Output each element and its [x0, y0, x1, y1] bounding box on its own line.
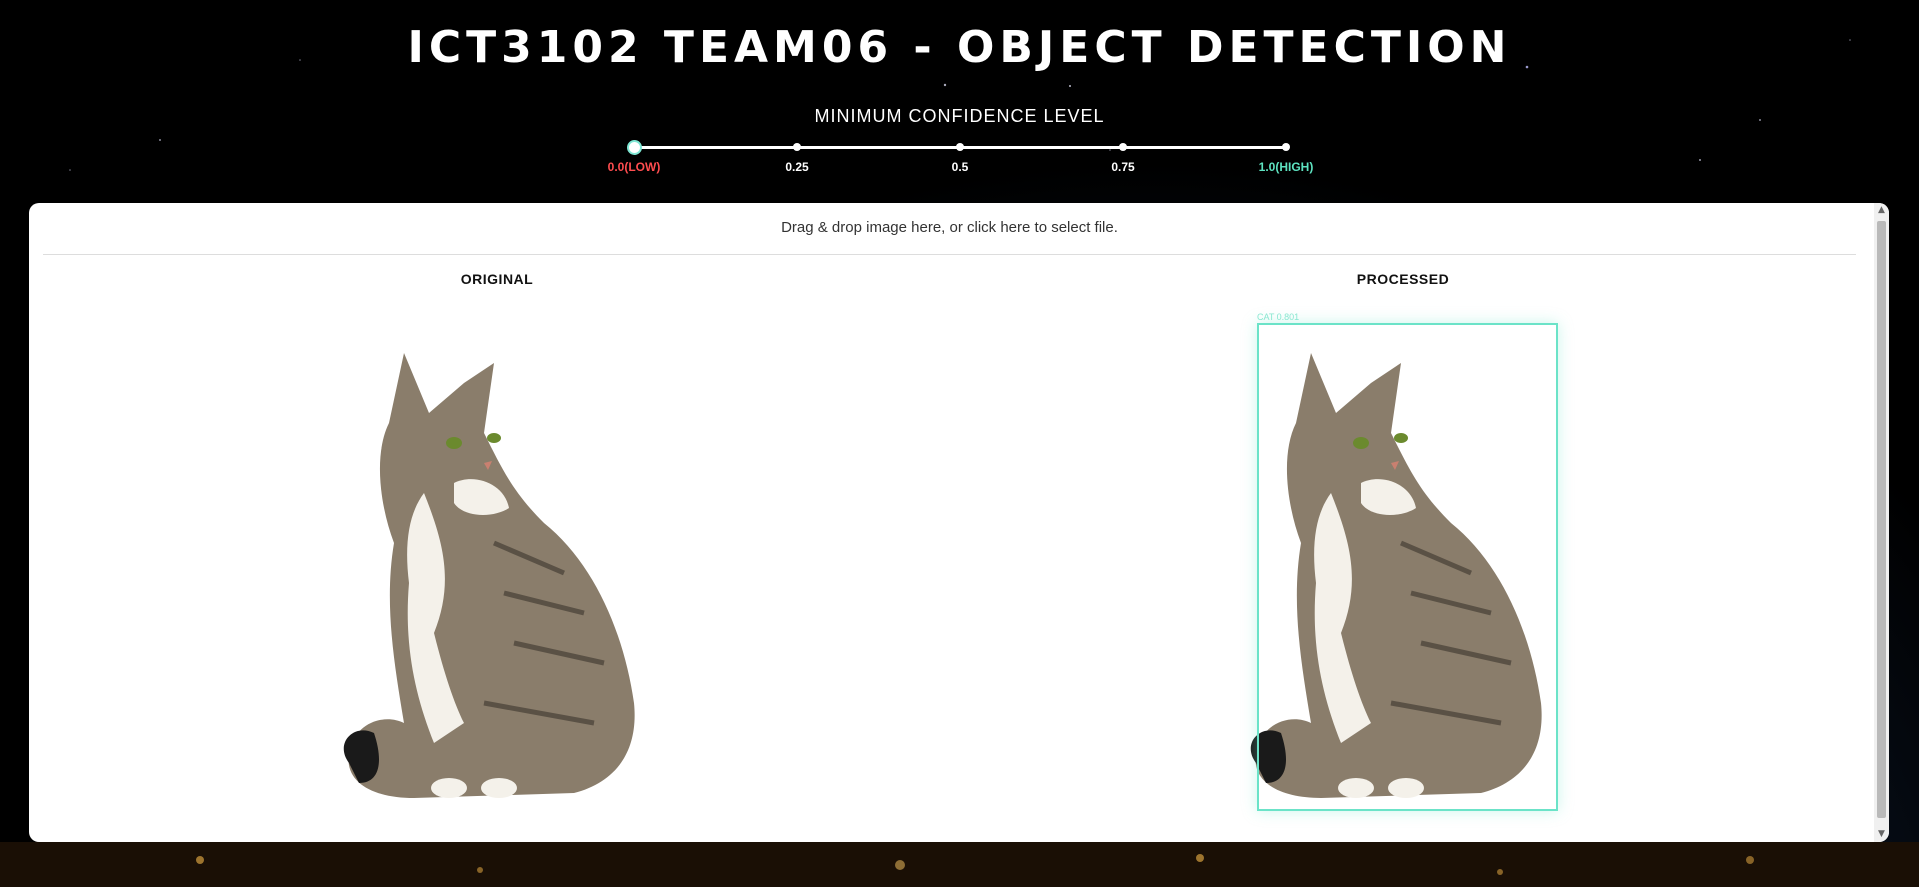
- image-dropzone[interactable]: Drag & drop image here, or click here to…: [43, 203, 1856, 255]
- slider-mark-high[interactable]: 1.0(HIGH): [1259, 160, 1314, 174]
- slider-dot-05[interactable]: [956, 143, 964, 151]
- scroll-up-arrow-icon[interactable]: ▲: [1874, 203, 1889, 218]
- slider-mark-low[interactable]: 0.0(LOW): [608, 160, 661, 174]
- original-heading: ORIGINAL: [460, 271, 534, 287]
- slider-mark-05[interactable]: 0.5: [952, 160, 969, 174]
- slider-dot-075[interactable]: [1119, 143, 1127, 151]
- scrollbar-thumb[interactable]: [1877, 221, 1886, 818]
- processed-heading: PROCESSED: [1356, 271, 1450, 287]
- slider-dot-025[interactable]: [793, 143, 801, 151]
- slider-mark-075[interactable]: 0.75: [1111, 160, 1134, 174]
- slider-handle[interactable]: [627, 140, 642, 155]
- detection-label: CAT 0.801: [1257, 312, 1300, 322]
- page-title: ICT3102 TEAM06 - OBJECT DETECTION: [407, 22, 1512, 73]
- image-panel: Drag & drop image here, or click here to…: [29, 203, 1889, 842]
- original-cat-image: [343, 353, 635, 798]
- detection-bounding-box: [1257, 323, 1558, 811]
- scroll-down-arrow-icon[interactable]: ▼: [1874, 827, 1889, 842]
- slider-mark-025[interactable]: 0.25: [785, 160, 808, 174]
- confidence-slider[interactable]: 0.0(LOW) 0.25 0.5 0.75 1.0(HIGH): [608, 140, 1313, 180]
- confidence-label: MINIMUM CONFIDENCE LEVEL: [814, 106, 1105, 126]
- slider-dot-1[interactable]: [1282, 143, 1290, 151]
- vertical-scrollbar[interactable]: ▲ ▼: [1874, 203, 1889, 842]
